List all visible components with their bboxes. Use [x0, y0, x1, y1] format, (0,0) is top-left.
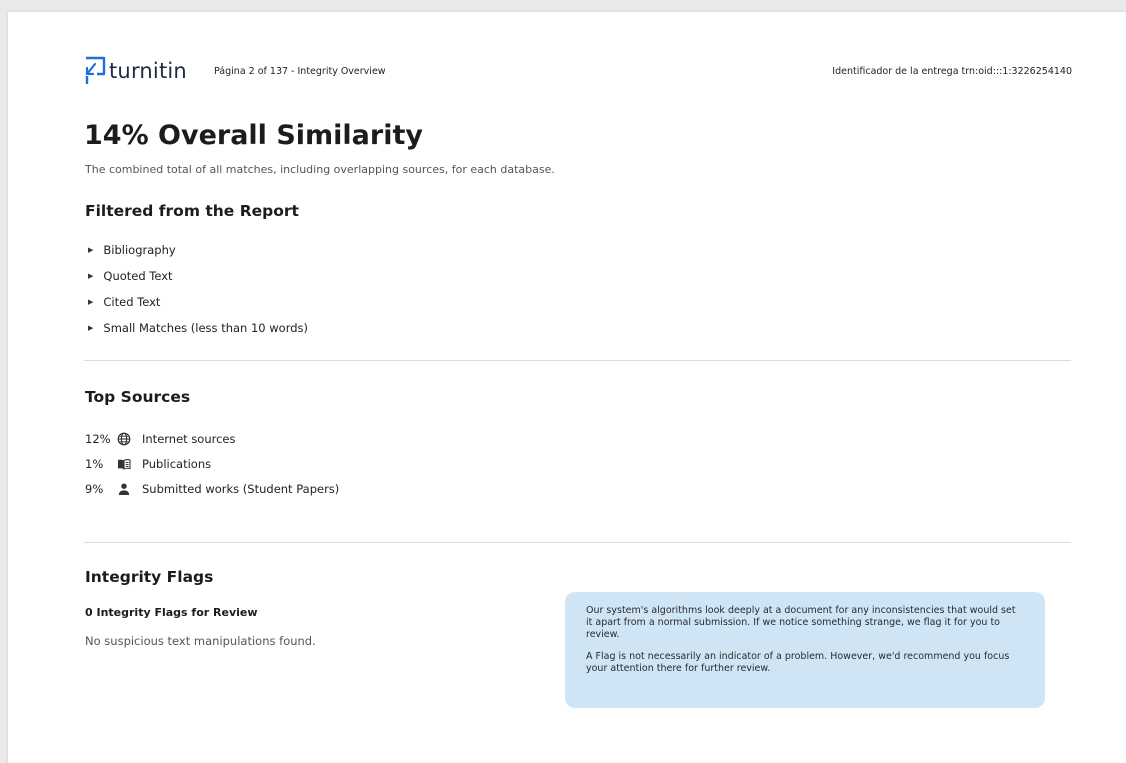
list-item: ▶ Small Matches (less than 10 words) [88, 315, 308, 341]
triangle-right-icon: ▶ [88, 246, 94, 254]
source-label: Submitted works (Student Papers) [142, 481, 340, 496]
report-page: turnitin Página 2 of 137 - Integrity Ove… [8, 12, 1126, 763]
source-row-internet: 12% Internet sources [85, 426, 339, 451]
page-header: turnitin Página 2 of 137 - Integrity Ove… [84, 56, 1072, 90]
integrity-info-box: Our system's algorithms look deeply at a… [565, 592, 1045, 708]
submission-id: Identificador de la entrega trn:oid:::1:… [832, 66, 1072, 77]
turnitin-logo: turnitin [84, 56, 187, 86]
filtered-list: ▶ Bibliography ▶ Quoted Text ▶ Cited Text ▶… [88, 237, 308, 341]
person-icon [118, 483, 130, 495]
source-label: Internet sources [142, 431, 236, 446]
filtered-heading: Filtered from the Report [85, 202, 299, 220]
book-icon [118, 458, 131, 470]
logo-text: turnitin [109, 59, 187, 83]
triangle-right-icon: ▶ [88, 324, 94, 332]
top-sources-list: 12% Internet sources 1% Publications 9% … [85, 426, 339, 501]
list-item-label: Small Matches (less than 10 words) [103, 321, 309, 335]
list-item: ▶ Bibliography [88, 237, 308, 263]
integrity-flags-heading: Integrity Flags [85, 568, 214, 586]
page-title: 14% Overall Similarity [84, 120, 423, 151]
source-label: Publications [142, 456, 212, 471]
page-subtitle: The combined total of all matches, inclu… [85, 163, 555, 176]
section-divider [84, 360, 1071, 361]
triangle-right-icon: ▶ [88, 298, 94, 306]
source-percent: 1% [85, 456, 104, 471]
page-info: Página 2 of 137 - Integrity Overview [214, 66, 386, 77]
info-paragraph: A Flag is not necessarily an indicator o… [586, 651, 1010, 674]
source-percent: 12% [85, 431, 111, 446]
integrity-flags-status: No suspicious text manipulations found. [85, 634, 316, 648]
list-item-label: Cited Text [103, 295, 161, 309]
source-percent: 9% [85, 481, 104, 496]
list-item: ▶ Cited Text [88, 289, 308, 315]
triangle-right-icon: ▶ [88, 272, 94, 280]
globe-icon [117, 432, 131, 445]
turnitin-logo-icon [85, 56, 106, 84]
integrity-flags-count: 0 Integrity Flags for Review [85, 606, 258, 619]
section-divider [84, 542, 1071, 543]
top-sources-heading: Top Sources [85, 388, 191, 406]
source-row-publications: 1% Publications [85, 451, 339, 476]
list-item-label: Bibliography [103, 243, 176, 257]
list-item-label: Quoted Text [103, 269, 173, 283]
info-paragraph: Our system's algorithms look deeply at a… [586, 605, 1016, 640]
list-item: ▶ Quoted Text [88, 263, 308, 289]
source-row-submitted-works: 9% Submitted works (Student Papers) [85, 476, 339, 501]
